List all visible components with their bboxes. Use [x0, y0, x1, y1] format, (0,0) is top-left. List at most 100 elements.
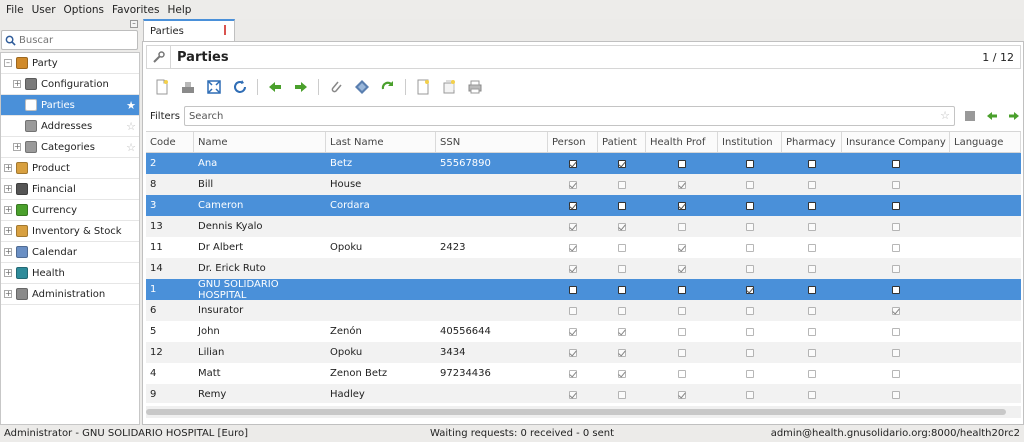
- checkbox[interactable]: [569, 201, 577, 210]
- column-header[interactable]: SSN: [436, 132, 548, 152]
- checkbox[interactable]: [892, 243, 900, 252]
- expander-icon[interactable]: +: [4, 164, 12, 172]
- checkbox[interactable]: [678, 369, 686, 378]
- scrollbar-thumb[interactable]: [146, 409, 1006, 415]
- checkbox[interactable]: [569, 327, 577, 336]
- checkbox[interactable]: [678, 201, 686, 210]
- column-header[interactable]: Pharmacy: [782, 132, 842, 152]
- column-header[interactable]: Last Name: [326, 132, 436, 152]
- checkbox[interactable]: [746, 327, 754, 336]
- menu-search[interactable]: [1, 30, 138, 50]
- expander-icon[interactable]: +: [4, 269, 12, 277]
- checkbox[interactable]: [808, 390, 816, 399]
- column-header[interactable]: Name: [194, 132, 326, 152]
- checkbox[interactable]: [746, 369, 754, 378]
- checkbox[interactable]: [746, 180, 754, 189]
- action-icon[interactable]: [353, 78, 371, 96]
- checkbox[interactable]: [569, 285, 577, 294]
- expander-icon[interactable]: +: [13, 80, 21, 88]
- checkbox[interactable]: [618, 348, 626, 357]
- checkbox[interactable]: [808, 327, 816, 336]
- sidebar-collapse-button[interactable]: –: [130, 20, 138, 28]
- new-icon[interactable]: [153, 78, 171, 96]
- table-row[interactable]: 11 Dr Albert Opoku 2423: [146, 237, 1021, 258]
- checkbox[interactable]: [678, 243, 686, 252]
- expander-icon[interactable]: +: [4, 290, 12, 298]
- column-header[interactable]: Language: [950, 132, 1021, 152]
- save-icon[interactable]: [179, 78, 197, 96]
- checkbox[interactable]: [892, 159, 900, 168]
- column-header[interactable]: Institution: [718, 132, 782, 152]
- table-row[interactable]: 13 Dennis Kyalo: [146, 216, 1021, 237]
- checkbox[interactable]: [569, 243, 577, 252]
- checkbox[interactable]: [892, 201, 900, 210]
- checkbox[interactable]: [678, 222, 686, 231]
- checkbox[interactable]: [618, 159, 626, 168]
- checkbox[interactable]: [618, 390, 626, 399]
- bookmark-list-icon[interactable]: [963, 109, 977, 123]
- table-row[interactable]: 4 Matt Zenon Betz 97234436: [146, 363, 1021, 384]
- checkbox[interactable]: [808, 201, 816, 210]
- menu-favorites[interactable]: Favorites: [109, 4, 162, 16]
- checkbox[interactable]: [746, 390, 754, 399]
- checkbox[interactable]: [618, 243, 626, 252]
- table-row[interactable]: 1 GNU SOLIDARIO HOSPITAL: [146, 279, 1021, 301]
- tree-item-health[interactable]: + Health: [1, 263, 139, 284]
- checkbox[interactable]: [808, 348, 816, 357]
- checkbox[interactable]: [569, 264, 577, 273]
- expander-icon[interactable]: +: [13, 143, 21, 151]
- tab-parties[interactable]: Parties: [143, 19, 235, 41]
- checkbox[interactable]: [618, 264, 626, 273]
- checkbox[interactable]: [746, 243, 754, 252]
- next-icon[interactable]: [292, 78, 310, 96]
- expander-icon[interactable]: +: [4, 248, 12, 256]
- checkbox[interactable]: [892, 327, 900, 336]
- table-row[interactable]: 12 Lilian Opoku 3434: [146, 342, 1021, 363]
- switch-view-icon[interactable]: [205, 78, 223, 96]
- checkbox[interactable]: [892, 180, 900, 189]
- checkbox[interactable]: [618, 285, 626, 294]
- table-row[interactable]: 9 Remy Hadley: [146, 384, 1021, 403]
- tree-item-configuration[interactable]: + Configuration: [1, 74, 139, 95]
- menu-search-input[interactable]: [19, 34, 129, 46]
- tree-item-administration[interactable]: + Administration: [1, 284, 139, 305]
- checkbox[interactable]: [746, 201, 754, 210]
- previous-icon[interactable]: [266, 78, 284, 96]
- tree-item-currency[interactable]: + Currency: [1, 200, 139, 221]
- checkbox[interactable]: [808, 222, 816, 231]
- column-header[interactable]: Patient: [598, 132, 646, 152]
- tree-item-product[interactable]: + Product: [1, 158, 139, 179]
- checkbox[interactable]: [678, 159, 686, 168]
- checkbox[interactable]: [808, 285, 816, 294]
- expander-icon[interactable]: +: [4, 206, 12, 214]
- checkbox[interactable]: [569, 180, 577, 189]
- checkbox[interactable]: [618, 222, 626, 231]
- checkbox[interactable]: [746, 285, 754, 294]
- checkbox[interactable]: [618, 327, 626, 336]
- checkbox[interactable]: [892, 369, 900, 378]
- tab-close-icon[interactable]: [224, 25, 228, 35]
- report-icon[interactable]: [414, 78, 432, 96]
- table-row[interactable]: 6 Insurator: [146, 300, 1021, 321]
- checkbox[interactable]: [678, 348, 686, 357]
- print-icon[interactable]: [466, 78, 484, 96]
- table-row[interactable]: 3 Cameron Cordara: [146, 195, 1021, 216]
- checkbox[interactable]: [746, 222, 754, 231]
- checkbox[interactable]: [746, 264, 754, 273]
- table-row[interactable]: 5 John Zenón 40556644: [146, 321, 1021, 342]
- tree-item-categories[interactable]: + Categories ☆: [1, 137, 139, 158]
- checkbox[interactable]: [569, 222, 577, 231]
- expander-icon[interactable]: +: [4, 185, 12, 193]
- checkbox[interactable]: [892, 285, 900, 294]
- attachment-icon[interactable]: [327, 78, 345, 96]
- wrench-icon[interactable]: [147, 46, 171, 68]
- checkbox[interactable]: [569, 390, 577, 399]
- column-header[interactable]: Health Prof: [646, 132, 718, 152]
- tree-item-addresses[interactable]: Addresses ☆: [1, 116, 139, 137]
- favorite-star-icon[interactable]: ☆: [126, 120, 136, 133]
- checkbox[interactable]: [808, 264, 816, 273]
- checkbox[interactable]: [618, 306, 626, 315]
- table-row[interactable]: 8 Bill House: [146, 174, 1021, 195]
- checkbox[interactable]: [618, 201, 626, 210]
- checkbox[interactable]: [569, 159, 577, 168]
